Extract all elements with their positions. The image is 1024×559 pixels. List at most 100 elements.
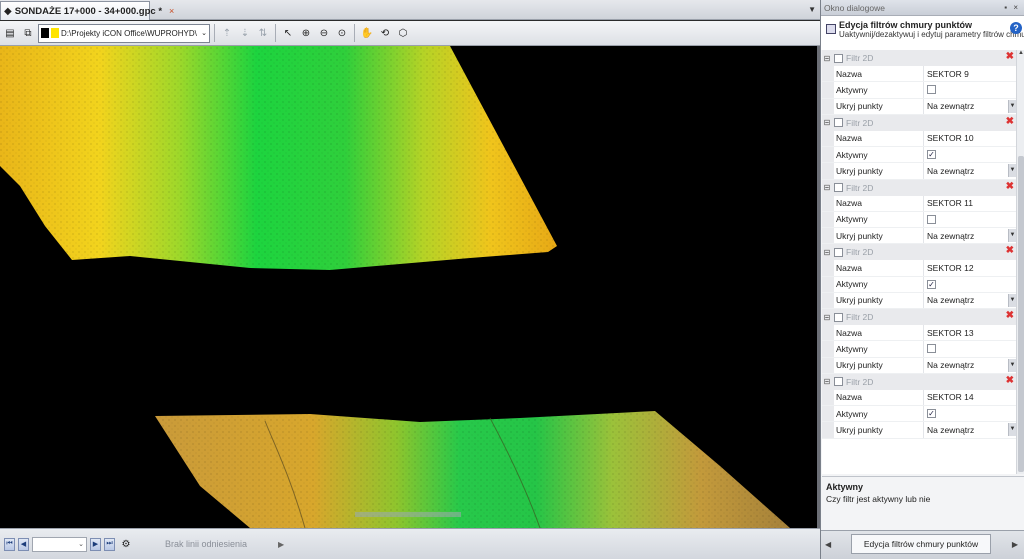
chevron-down-icon[interactable]: ▼ bbox=[1008, 423, 1016, 437]
zoom-in-icon[interactable]: ⊕ bbox=[298, 25, 314, 41]
hide-points-select[interactable]: Na zewnątrz ▼ bbox=[924, 422, 1016, 437]
name-value-field[interactable]: SEKTOR 13 bbox=[924, 325, 1016, 340]
active-checkbox[interactable]: ✓ bbox=[927, 150, 936, 160]
layer-color-swatch-yellow bbox=[51, 28, 59, 38]
zoom-extents-icon[interactable]: ⊙ bbox=[334, 25, 350, 41]
active-checkbox[interactable] bbox=[927, 85, 936, 95]
delete-filter-icon[interactable]: ✖ bbox=[1006, 375, 1014, 386]
name-value-field[interactable]: SEKTOR 11 bbox=[924, 196, 1016, 211]
active-checkbox[interactable] bbox=[927, 344, 936, 354]
property-row: Aktywny bbox=[822, 82, 1016, 99]
name-value-field[interactable]: SEKTOR 14 bbox=[924, 390, 1016, 405]
property-name: Aktywny bbox=[834, 406, 924, 422]
filter-group-header[interactable]: ⊟ Filtr 2D ✖ bbox=[822, 309, 1016, 325]
hide-points-select[interactable]: Na zewnątrz ▼ bbox=[924, 293, 1016, 308]
property-name: Nazwa bbox=[834, 325, 924, 341]
filter-enable-checkbox[interactable] bbox=[834, 183, 843, 192]
dialog-tab[interactable]: Edycja filtrów chmury punktów bbox=[851, 534, 991, 554]
dialog-panel-header: Okno dialogowe ▪ × bbox=[821, 0, 1024, 16]
hide-points-select[interactable]: Na zewnątrz ▼ bbox=[924, 99, 1016, 114]
filter-enable-checkbox[interactable] bbox=[834, 53, 843, 63]
collapse-icon[interactable]: ⊟ bbox=[822, 118, 832, 127]
filter-enable-checkbox[interactable] bbox=[834, 377, 843, 387]
pan-hand-icon[interactable]: ✋ bbox=[359, 25, 375, 41]
active-checkbox[interactable] bbox=[927, 214, 936, 224]
name-value-field[interactable]: SEKTOR 9 bbox=[924, 66, 1016, 81]
filter-enable-checkbox[interactable] bbox=[834, 247, 843, 257]
tab-list-dropdown-icon[interactable]: ▼ bbox=[808, 5, 816, 14]
pin-close-icon[interactable]: ▪ × bbox=[1004, 3, 1020, 12]
close-tab-icon[interactable]: × bbox=[169, 6, 174, 16]
point-cloud-viewport[interactable] bbox=[0, 46, 817, 528]
scroll-up-icon[interactable]: ▲ bbox=[1017, 50, 1024, 59]
rotate-3d-icon[interactable]: ⟲ bbox=[377, 25, 393, 41]
first-frame-button[interactable]: ⏮ bbox=[4, 537, 15, 551]
upper-point-cloud-surface bbox=[0, 46, 557, 270]
delete-filter-icon[interactable]: ✖ bbox=[1006, 51, 1014, 62]
filter-group: ⊟ Filtr 2D ✖ Nazwa SEKTOR 9 Aktywny Ukryj… bbox=[822, 50, 1016, 115]
name-value-field[interactable]: SEKTOR 12 bbox=[924, 260, 1016, 275]
move-down-icon[interactable]: ⇣ bbox=[237, 25, 253, 41]
scrollbar-thumb[interactable] bbox=[1018, 156, 1024, 472]
help-icon[interactable]: ? bbox=[1010, 22, 1022, 34]
collapse-icon[interactable]: ⊟ bbox=[822, 54, 832, 63]
property-name: Aktywny bbox=[834, 211, 924, 227]
document-tab[interactable]: ◆ SONDAŻE 17+000 - 34+000.gpc * × bbox=[0, 1, 174, 20]
active-checkbox[interactable]: ✓ bbox=[927, 279, 936, 289]
hide-points-select[interactable]: Na zewnątrz ▼ bbox=[924, 163, 1016, 178]
collapse-icon[interactable]: ⊟ bbox=[822, 248, 832, 257]
chevron-down-icon[interactable]: ▼ bbox=[1008, 229, 1016, 242]
filter-enable-checkbox[interactable] bbox=[834, 312, 843, 322]
filter-group-label: Filtr 2D bbox=[846, 247, 874, 258]
delete-filter-icon[interactable]: ✖ bbox=[1006, 245, 1014, 256]
delete-filter-icon[interactable]: ✖ bbox=[1006, 181, 1014, 192]
point-cloud-render bbox=[0, 46, 790, 528]
property-row: Ukryj punkty Na zewnątrz ▼ bbox=[822, 292, 1016, 309]
last-frame-button[interactable]: ⏭ bbox=[104, 537, 115, 551]
description-title: Aktywny bbox=[826, 482, 864, 492]
filter-group-header[interactable]: ⊟ Filtr 2D ✖ bbox=[822, 179, 1016, 196]
filter-group: ⊟ Filtr 2D ✖ Nazwa SEKTOR 12 Aktywny ✓ Ukr… bbox=[822, 244, 1016, 309]
chevron-down-icon[interactable]: ▼ bbox=[1008, 358, 1016, 372]
layer-path-selector[interactable]: D:\Projekty iCON Office\WUPROHYD\Tor wo … bbox=[38, 23, 210, 43]
chevron-right-icon[interactable]: ▶ bbox=[1012, 540, 1018, 549]
view-properties-icon[interactable]: ▤ bbox=[2, 25, 18, 41]
chevron-left-icon[interactable]: ◀ bbox=[825, 540, 831, 549]
hide-points-select[interactable]: Na zewnątrz ▼ bbox=[924, 358, 1016, 373]
filter-group: ⊟ Filtr 2D ✖ Nazwa SEKTOR 11 Aktywny Ukry… bbox=[822, 179, 1016, 245]
next-frame-button[interactable]: ▶ bbox=[90, 537, 101, 551]
name-value-field[interactable]: SEKTOR 10 bbox=[924, 131, 1016, 146]
chevron-down-icon[interactable]: ▼ bbox=[1008, 164, 1016, 178]
prev-frame-button[interactable]: ◀ bbox=[18, 537, 29, 551]
filter-group-header[interactable]: ⊟ Filtr 2D ✖ bbox=[822, 50, 1016, 66]
filter-group-header[interactable]: ⊟ Filtr 2D ✖ bbox=[822, 244, 1016, 261]
chevron-right-icon[interactable]: ▶ bbox=[278, 540, 284, 549]
select-pointer-icon[interactable]: ↖ bbox=[280, 25, 296, 41]
chevron-down-icon[interactable]: ▼ bbox=[1008, 99, 1016, 113]
chevron-down-icon[interactable]: ⌄ bbox=[199, 29, 209, 37]
active-checkbox[interactable]: ✓ bbox=[927, 409, 936, 419]
filter-group-label: Filtr 2D bbox=[846, 53, 874, 63]
chevron-down-icon[interactable]: ▼ bbox=[1008, 293, 1016, 307]
filter-enable-checkbox[interactable] bbox=[834, 118, 843, 128]
zoom-out-icon[interactable]: ⊖ bbox=[316, 25, 332, 41]
filter-group-header[interactable]: ⊟ Filtr 2D ✖ bbox=[822, 373, 1016, 390]
hide-points-select[interactable]: Na zewnątrz ▼ bbox=[924, 228, 1016, 243]
hide-points-value: Na zewnątrz bbox=[927, 360, 975, 371]
property-row: Aktywny ✓ bbox=[822, 276, 1016, 293]
copy-view-icon[interactable]: ⧉ bbox=[20, 25, 36, 41]
collapse-icon[interactable]: ⊟ bbox=[822, 313, 832, 322]
frame-combo[interactable]: ⌄ bbox=[32, 536, 87, 552]
delete-filter-icon[interactable]: ✖ bbox=[1006, 116, 1014, 127]
move-up-icon[interactable]: ⇡ bbox=[219, 25, 235, 41]
sort-icon[interactable]: ⇅ bbox=[255, 25, 271, 41]
property-description: Aktywny Czy filtr jest aktywny lub nie bbox=[822, 476, 1024, 526]
view-cube-icon[interactable]: ⬡ bbox=[395, 25, 411, 41]
delete-filter-icon[interactable]: ✖ bbox=[1006, 310, 1014, 321]
collapse-icon[interactable]: ⊟ bbox=[822, 377, 832, 386]
filter-group-header[interactable]: ⊟ Filtr 2D ✖ bbox=[822, 114, 1016, 131]
collapse-icon[interactable]: ⊟ bbox=[822, 183, 832, 192]
dialog-tab-strip: ◀ Edycja filtrów chmury punktów ▶ bbox=[821, 530, 1024, 559]
property-grid-scrollbar[interactable]: ▲ bbox=[1016, 50, 1024, 474]
settings-gear-icon[interactable]: ⚙ bbox=[118, 536, 134, 552]
